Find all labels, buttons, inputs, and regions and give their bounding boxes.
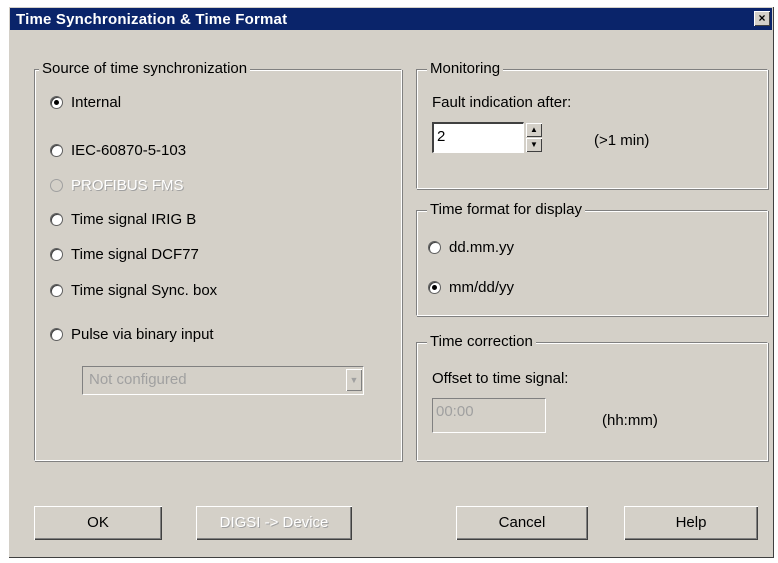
offset-unit: (hh:mm) (602, 412, 658, 429)
dialog-title: Time Synchronization & Time Format (16, 11, 288, 28)
fault-indication-input[interactable]: 2 (432, 122, 524, 153)
offset-value: 00:00 (436, 403, 474, 420)
offset-input: 00:00 (432, 398, 546, 433)
radio-icon (50, 248, 63, 261)
digsi-to-device-button: DIGSI -> Device (196, 506, 352, 540)
radio-label: mm/dd/yy (449, 279, 515, 296)
fault-indication-label: Fault indication after: (432, 94, 572, 111)
binary-input-select: Not configured ▼ (82, 366, 364, 395)
radio-label: dd.mm.yy (449, 239, 515, 256)
spin-up-icon[interactable]: ▲ (526, 123, 542, 137)
fault-indication-unit: (>1 min) (594, 132, 650, 149)
source-group: Source of time synchronization (34, 60, 402, 461)
time-format-group: Time format for display (416, 201, 768, 316)
radio-label: Time signal Sync. box (71, 282, 218, 299)
radio-irig-b[interactable]: Time signal IRIG B (50, 211, 196, 228)
help-button[interactable]: Help (624, 506, 758, 540)
radio-icon (50, 179, 63, 192)
radio-dd-mm-yy[interactable]: dd.mm.yy (428, 239, 514, 256)
radio-selected-icon (428, 281, 441, 294)
time-sync-dialog: Time Synchronization & Time Format × Sou… (8, 6, 774, 558)
radio-sync-box[interactable]: Time signal Sync. box (50, 282, 217, 299)
radio-iec-60870[interactable]: IEC-60870-5-103 (50, 142, 186, 159)
radio-icon (50, 284, 63, 297)
chevron-down-icon: ▼ (346, 369, 362, 391)
offset-label: Offset to time signal: (432, 370, 569, 387)
radio-icon (50, 213, 63, 226)
radio-label: Time signal IRIG B (71, 211, 197, 228)
radio-label: Internal (71, 94, 122, 111)
radio-icon (50, 144, 63, 157)
cancel-button[interactable]: Cancel (456, 506, 588, 540)
radio-selected-icon (50, 96, 63, 109)
fault-indication-value: 2 (437, 128, 446, 145)
time-correction-group-label: Time correction (427, 333, 536, 350)
radio-label: Time signal DCF77 (71, 246, 199, 263)
ok-button[interactable]: OK (34, 506, 162, 540)
binary-input-select-value: Not configured (89, 371, 187, 388)
radio-mm-dd-yy[interactable]: mm/dd/yy (428, 279, 514, 296)
radio-internal[interactable]: Internal (50, 94, 121, 111)
radio-icon (428, 241, 441, 254)
radio-label: Pulse via binary input (71, 326, 214, 343)
source-group-label: Source of time synchronization (39, 60, 251, 77)
time-format-group-label: Time format for display (427, 201, 585, 218)
close-icon[interactable]: × (754, 11, 770, 26)
title-bar: Time Synchronization & Time Format × (10, 8, 772, 30)
radio-label: IEC-60870-5-103 (71, 142, 187, 159)
radio-icon (50, 328, 63, 341)
radio-label: PROFIBUS FMS (71, 177, 184, 194)
radio-pulse-binary-input[interactable]: Pulse via binary input (50, 326, 214, 343)
radio-dcf77[interactable]: Time signal DCF77 (50, 246, 199, 263)
radio-profibus-fms: PROFIBUS FMS (50, 177, 184, 194)
monitoring-group-label: Monitoring (427, 60, 504, 77)
spin-down-icon[interactable]: ▼ (526, 138, 542, 152)
